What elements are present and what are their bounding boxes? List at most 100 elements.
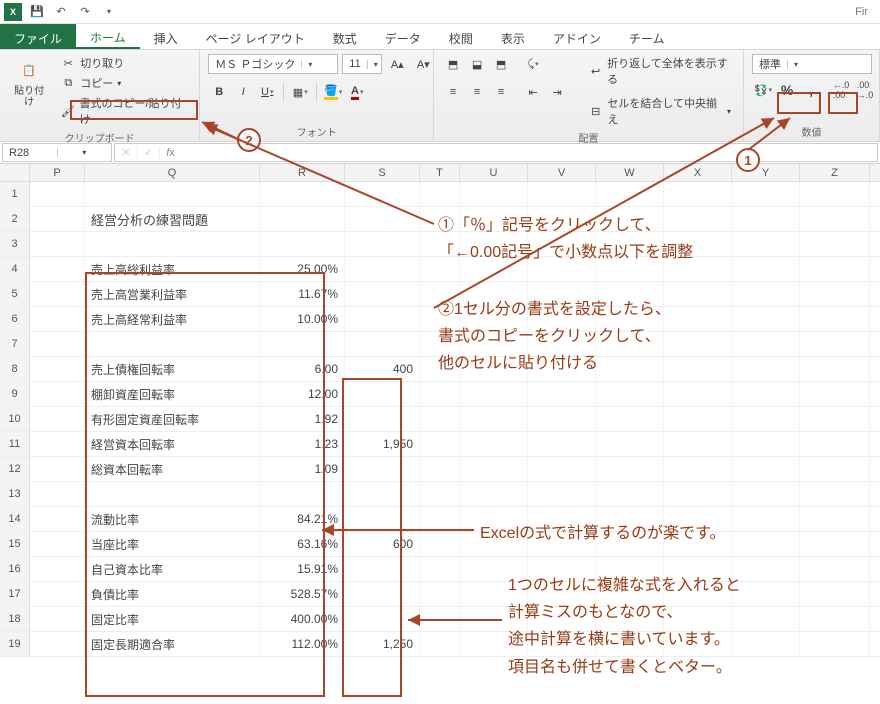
cell[interactable]: [30, 257, 85, 281]
cell[interactable]: [596, 257, 664, 281]
cell[interactable]: [420, 457, 460, 481]
cell[interactable]: [800, 532, 870, 556]
tab-review[interactable]: 校閲: [435, 24, 487, 49]
cell[interactable]: [30, 582, 85, 606]
accounting-format-icon[interactable]: 💱▾: [752, 80, 774, 100]
cell[interactable]: [260, 182, 345, 206]
copy-button[interactable]: ⧉ コピー ▾: [56, 74, 191, 92]
col-header[interactable]: V: [528, 164, 596, 181]
cell[interactable]: [664, 407, 732, 431]
cell[interactable]: [664, 582, 732, 606]
undo-icon[interactable]: ↶: [52, 3, 70, 21]
cell[interactable]: [528, 207, 596, 231]
cell[interactable]: [260, 207, 345, 231]
cell[interactable]: 売上高総利益率: [85, 257, 260, 281]
fx-icon[interactable]: fx: [159, 147, 181, 159]
grid-row[interactable]: 5売上高営業利益率11.67%: [0, 282, 880, 307]
cell[interactable]: 負債比率: [85, 582, 260, 606]
cell[interactable]: [664, 382, 732, 406]
cell[interactable]: [345, 557, 420, 581]
grid-row[interactable]: 4売上高総利益率25.00%: [0, 257, 880, 282]
cell[interactable]: [800, 332, 870, 356]
cell[interactable]: [528, 407, 596, 431]
cell[interactable]: [85, 482, 260, 506]
cell[interactable]: [460, 307, 528, 331]
cell[interactable]: [800, 432, 870, 456]
cancel-formula-icon[interactable]: ✕: [115, 146, 137, 159]
cell[interactable]: [460, 582, 528, 606]
cell[interactable]: 600: [345, 532, 420, 556]
cell[interactable]: [596, 182, 664, 206]
cell[interactable]: [732, 282, 800, 306]
cell[interactable]: [260, 232, 345, 256]
enter-formula-icon[interactable]: ✓: [137, 146, 159, 159]
cell[interactable]: [800, 607, 870, 631]
cell[interactable]: [85, 232, 260, 256]
cell[interactable]: [30, 532, 85, 556]
row-header[interactable]: 7: [0, 332, 30, 356]
cell[interactable]: [460, 357, 528, 381]
cut-button[interactable]: ✂ 切り取り: [56, 54, 191, 72]
align-top-icon[interactable]: ⬒: [442, 54, 464, 74]
cell[interactable]: [345, 407, 420, 431]
tab-insert[interactable]: 挿入: [140, 24, 192, 49]
col-header[interactable]: U: [460, 164, 528, 181]
increase-font-icon[interactable]: A▴: [386, 54, 408, 74]
cell[interactable]: 112.00%: [260, 632, 345, 656]
cell[interactable]: 売上債権回転率: [85, 357, 260, 381]
align-right-icon[interactable]: ≡: [490, 82, 512, 102]
number-format-combo[interactable]: 標準▾: [752, 54, 872, 74]
redo-icon[interactable]: ↷: [76, 3, 94, 21]
cell[interactable]: [800, 307, 870, 331]
cell[interactable]: [528, 557, 596, 581]
cell[interactable]: [30, 407, 85, 431]
align-bottom-icon[interactable]: ⬒: [490, 54, 512, 74]
cell[interactable]: [596, 307, 664, 331]
cell[interactable]: 1.92: [260, 407, 345, 431]
align-left-icon[interactable]: ≡: [442, 82, 464, 102]
cell[interactable]: [800, 557, 870, 581]
cell[interactable]: 流動比率: [85, 507, 260, 531]
cell[interactable]: [732, 382, 800, 406]
cell[interactable]: [664, 607, 732, 631]
cell[interactable]: [460, 607, 528, 631]
cell[interactable]: [345, 607, 420, 631]
col-header[interactable]: W: [596, 164, 664, 181]
cell[interactable]: [345, 382, 420, 406]
col-header[interactable]: R: [260, 164, 345, 181]
cell[interactable]: [460, 632, 528, 656]
cell[interactable]: [800, 182, 870, 206]
cell[interactable]: 経営分析の練習問題: [85, 207, 260, 231]
cell[interactable]: [800, 382, 870, 406]
cell[interactable]: [528, 382, 596, 406]
row-header[interactable]: 6: [0, 307, 30, 331]
cell[interactable]: [732, 607, 800, 631]
cell[interactable]: [30, 282, 85, 306]
cell[interactable]: [460, 282, 528, 306]
align-center-icon[interactable]: ≡: [466, 82, 488, 102]
cell[interactable]: [528, 357, 596, 381]
cell[interactable]: 400: [345, 357, 420, 381]
cell[interactable]: [420, 207, 460, 231]
cell[interactable]: [528, 507, 596, 531]
cell[interactable]: [528, 632, 596, 656]
cell[interactable]: [460, 532, 528, 556]
save-icon[interactable]: 💾: [28, 3, 46, 21]
cell[interactable]: [420, 332, 460, 356]
cell[interactable]: [420, 382, 460, 406]
fill-color-button[interactable]: 🪣▾: [322, 82, 344, 102]
cell[interactable]: [345, 207, 420, 231]
cell[interactable]: 総資本回転率: [85, 457, 260, 481]
name-box-dropdown-icon[interactable]: ▾: [57, 148, 112, 157]
row-header[interactable]: 4: [0, 257, 30, 281]
cell[interactable]: 売上高経常利益率: [85, 307, 260, 331]
cell[interactable]: 6.00: [260, 357, 345, 381]
cell[interactable]: [800, 632, 870, 656]
cell[interactable]: [732, 232, 800, 256]
cell[interactable]: 1.23: [260, 432, 345, 456]
col-header[interactable]: Z: [800, 164, 870, 181]
cell[interactable]: 棚卸資産回転率: [85, 382, 260, 406]
cell[interactable]: [800, 482, 870, 506]
cell[interactable]: [732, 307, 800, 331]
cell[interactable]: [420, 232, 460, 256]
